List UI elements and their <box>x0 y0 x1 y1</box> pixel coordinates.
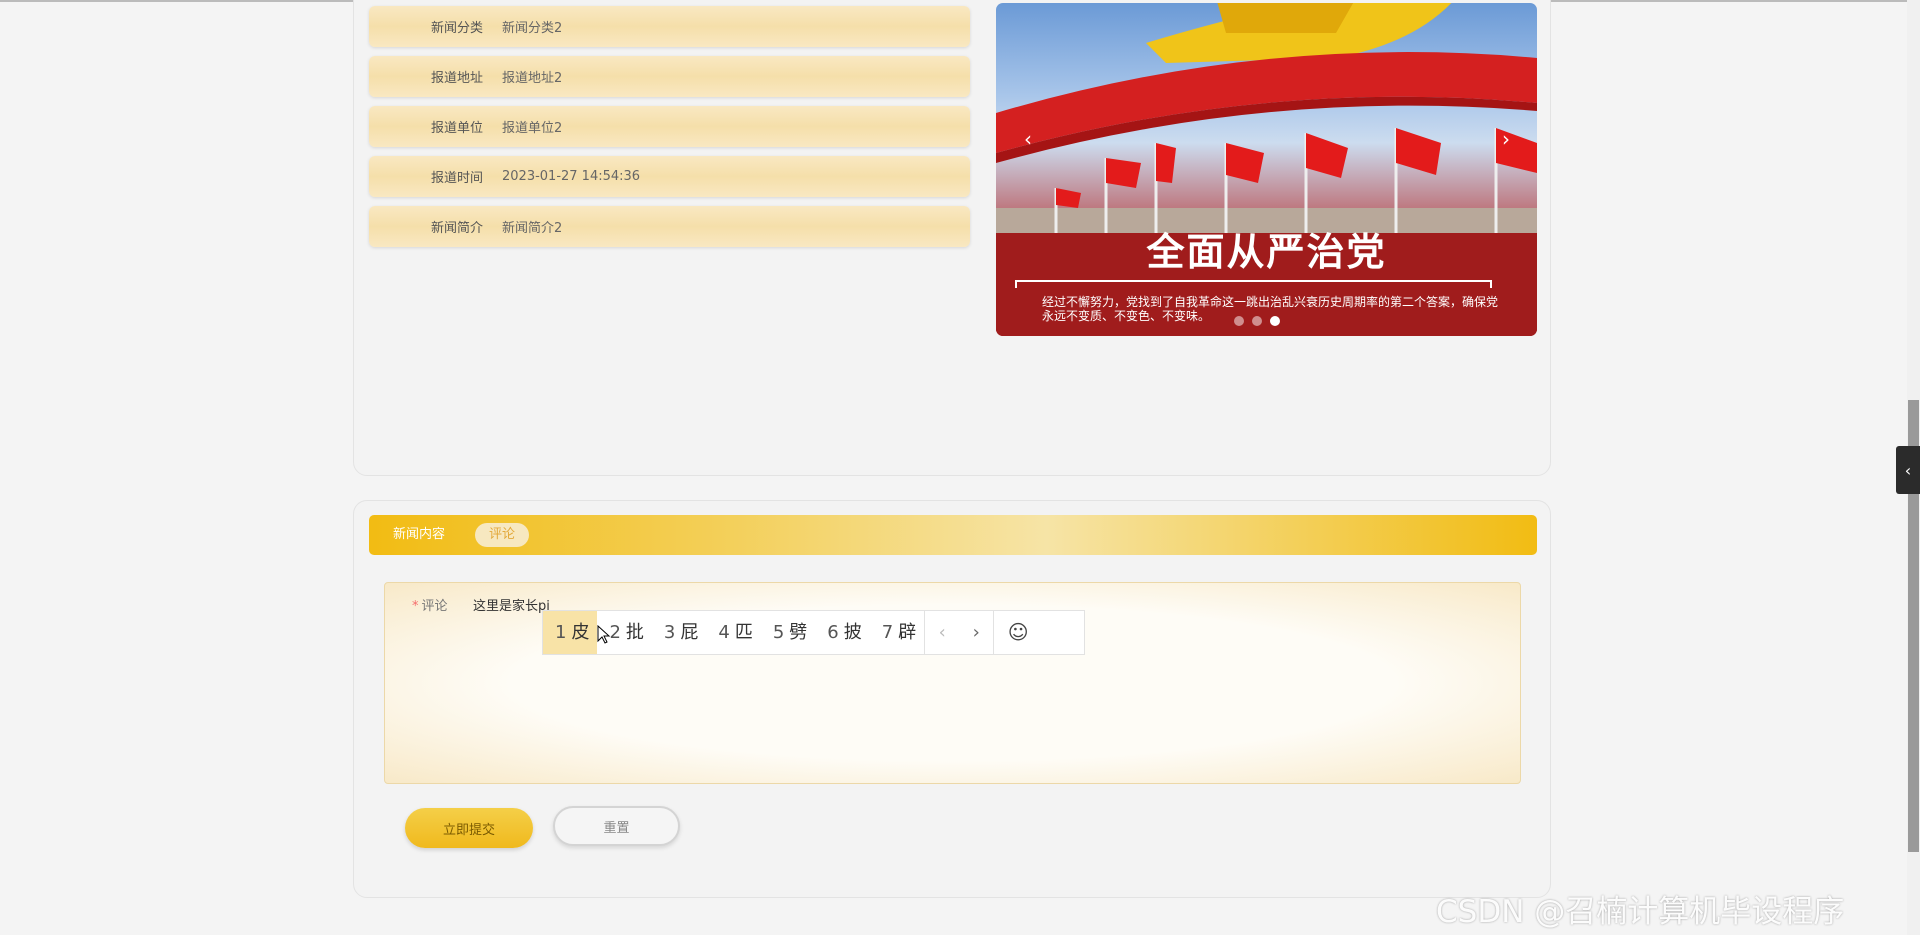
detail-row-summary: 新闻简介 新闻简介2 <box>369 206 970 247</box>
side-panel-toggle-icon[interactable]: ‹ <box>1896 446 1920 494</box>
ime-candidate-bar: 1皮 2批 3屁 4匹 5劈 6披 7辟 ‹ › ☺ <box>542 610 1085 655</box>
reset-button[interactable]: 重置 <box>553 806 680 846</box>
detail-value: 报道地址2 <box>502 71 563 86</box>
tab-news-content[interactable]: 新闻内容 <box>393 523 445 547</box>
carousel-image <box>996 3 1537 336</box>
detail-value: 报道单位2 <box>502 121 563 136</box>
carousel-dot[interactable] <box>1252 316 1262 326</box>
ime-candidate[interactable]: 3屁 <box>652 611 706 654</box>
detail-value: 新闻简介2 <box>502 221 563 236</box>
detail-label: 报道时间 <box>430 171 483 186</box>
comment-label-text: 评论 <box>421 599 448 614</box>
detail-label: 新闻简介 <box>430 221 483 236</box>
carousel-dot-active[interactable] <box>1270 316 1280 326</box>
carousel-prev-button[interactable]: ‹ <box>1024 127 1032 151</box>
tab-comment[interactable]: 评论 <box>475 523 530 547</box>
carousel-dot[interactable] <box>1234 316 1244 326</box>
ime-candidate[interactable]: 6披 <box>815 611 869 654</box>
required-mark: * <box>412 599 419 614</box>
detail-row-category: 新闻分类 新闻分类2 <box>369 6 970 47</box>
comment-input-value[interactable]: 这里是家长pi <box>473 595 550 614</box>
ime-candidate[interactable]: 7辟 <box>870 611 924 654</box>
ime-next-page-button[interactable]: › <box>959 611 993 654</box>
mouse-cursor-icon <box>597 625 611 644</box>
watermark: CSDN @召楠计算机毕设程序 <box>1436 894 1845 930</box>
image-carousel[interactable]: 全面从严治党 经过不懈努力，党找到了自我革命这一跳出治乱兴衰历史周期率的第二个答… <box>996 3 1537 336</box>
comment-label: * 评论 <box>412 595 448 614</box>
detail-label: 报道地址 <box>430 71 483 86</box>
tab-bar: 新闻内容 评论 <box>369 515 1537 555</box>
ime-candidate[interactable]: 1皮 <box>543 611 598 654</box>
detail-row-address: 报道地址 报道地址2 <box>369 56 970 97</box>
detail-value: 2023-01-27 14:54:36 <box>502 169 641 184</box>
carousel-indicators <box>1234 316 1280 326</box>
detail-label: 报道单位 <box>430 121 483 136</box>
ime-candidate[interactable]: 5劈 <box>761 611 815 654</box>
ime-prev-page-button[interactable]: ‹ <box>925 611 959 654</box>
detail-value: 新闻分类2 <box>502 21 563 36</box>
ime-candidate[interactable]: 4匹 <box>706 611 760 654</box>
detail-row-time: 报道时间 2023-01-27 14:54:36 <box>369 156 970 197</box>
carousel-headline: 全面从严治党 <box>1146 229 1387 274</box>
carousel-next-button[interactable]: › <box>1502 127 1510 151</box>
submit-button[interactable]: 立即提交 <box>405 808 533 848</box>
detail-row-unit: 报道单位 报道单位2 <box>369 106 970 147</box>
detail-label: 新闻分类 <box>430 21 483 36</box>
ime-emoji-icon[interactable]: ☺ <box>994 611 1042 654</box>
